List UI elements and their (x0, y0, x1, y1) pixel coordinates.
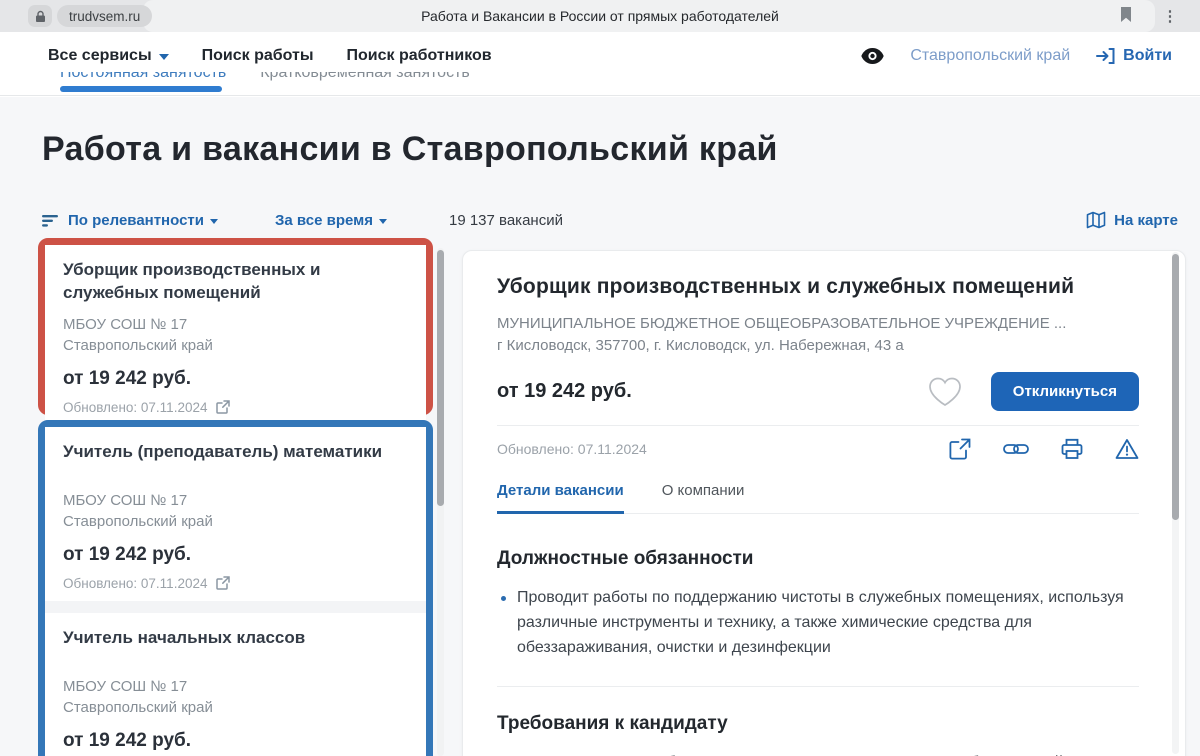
vacancy-count: 19 137 вакансий (449, 212, 563, 229)
section-heading: Требования к кандидату (497, 713, 1139, 735)
vacancy-detail-panel: Уборщик производственных и служебных пом… (462, 250, 1186, 756)
external-link-icon[interactable] (216, 576, 230, 590)
vacancy-company: МУНИЦИПАЛЬНОЕ БЮДЖЕТНОЕ ОБЩЕОБРАЗОВАТЕЛЬ… (497, 315, 1139, 332)
sort-dropdown[interactable]: По релевантности (42, 212, 218, 229)
job-card[interactable]: Учитель (преподаватель) математики МБОУ … (45, 427, 426, 601)
job-region: Ставропольский край (63, 513, 213, 530)
scrollbar-thumb[interactable] (437, 250, 444, 506)
job-title: Учитель (преподаватель) математики (63, 441, 408, 464)
on-map-label: На карте (1114, 212, 1178, 229)
job-updated-label: Обновлено: 07.11.2024 (63, 400, 207, 415)
browser-bar: trudvsem.ru Работа и Вакансии в России о… (0, 0, 1200, 32)
scrollbar-thumb[interactable] (1172, 254, 1179, 520)
chevron-down-icon (379, 219, 387, 224)
tab-about-company[interactable]: О компании (662, 482, 745, 513)
print-icon[interactable] (1061, 438, 1083, 460)
section-duties: Должностные обязанности Проводит работы … (497, 548, 1139, 660)
bookmark-icon[interactable] (1118, 6, 1138, 26)
filter-row: По релевантности За все время 19 137 вак… (42, 208, 1178, 232)
job-company: МБОУ СОШ № 17 Ставропольский край (63, 676, 408, 718)
login-button[interactable]: Войти (1096, 47, 1172, 65)
section-heading: Должностные обязанности (497, 548, 1139, 570)
job-company-name: МБОУ СОШ № 17 (63, 492, 187, 509)
nav-search-workers-label: Поиск работников (347, 47, 492, 65)
site-header: Все сервисы Поиск работы Поиск работнико… (0, 32, 1200, 96)
apply-button[interactable]: Откликнуться (991, 372, 1139, 411)
vacancy-title: Уборщик производственных и служебных пом… (497, 275, 1139, 299)
job-title: Уборщик производственных и служебных пом… (63, 259, 408, 305)
job-salary: от 19 242 руб. (63, 730, 408, 752)
copy-link-icon[interactable] (1003, 441, 1029, 457)
sort-icon (42, 215, 59, 227)
job-company-name: МБОУ СОШ № 17 (63, 316, 187, 333)
login-arrow-icon (1096, 47, 1115, 65)
salary-row: от 19 242 руб. Откликнуться (497, 372, 1139, 411)
login-label: Войти (1123, 47, 1172, 65)
chevron-down-icon (210, 219, 218, 224)
job-region: Ставропольский край (63, 337, 213, 354)
job-company-name: МБОУ СОШ № 17 (63, 678, 187, 695)
section-bullet: Проводит работы по поддержанию чистоты в… (497, 586, 1127, 660)
card-separator (45, 601, 426, 613)
nav-search-jobs-label: Поиск работы (202, 47, 314, 65)
favorite-heart-icon[interactable] (927, 376, 963, 408)
period-label: За все время (275, 212, 373, 229)
accessibility-eye-icon[interactable] (861, 48, 884, 64)
job-salary: от 19 242 руб. (63, 368, 408, 390)
divider (497, 686, 1139, 687)
map-icon (1086, 211, 1106, 229)
sort-label: По релевантности (68, 212, 204, 229)
job-company: МБОУ СОШ № 17 Ставропольский край (63, 490, 408, 532)
open-external-icon[interactable] (949, 438, 971, 460)
active-tab-underline (60, 86, 222, 92)
browser-menu-icon[interactable]: ⋮ (1160, 4, 1180, 28)
detail-tabs: Детали вакансии О компании (497, 472, 1139, 514)
job-updated: Обновлено: 07.11.2024 (63, 576, 408, 591)
job-salary: от 19 242 руб. (63, 544, 408, 566)
detail-panel-scrollbar[interactable] (1172, 252, 1179, 754)
tab-temporary-employment[interactable]: Кратковременная занятость (260, 72, 470, 92)
job-card[interactable]: Учитель начальных классов МБОУ СОШ № 17 … (45, 613, 426, 756)
updated-row: Обновлено: 07.11.2024 (497, 426, 1139, 472)
vacancy-salary: от 19 242 руб. (497, 380, 632, 403)
section-bullet: Наличие среднего образования, выполнение… (497, 751, 1127, 756)
job-region: Ставропольский край (63, 699, 213, 716)
nav-search-jobs[interactable]: Поиск работы (202, 47, 314, 65)
vacancy-address: г Кисловодск, 357700, г. Кисловодск, ул.… (497, 337, 1139, 354)
on-map-button[interactable]: На карте (1086, 211, 1178, 229)
job-updated-label: Обновлено: 07.11.2024 (63, 576, 207, 591)
external-link-icon[interactable] (216, 400, 230, 414)
nav-search-workers[interactable]: Поиск работников (347, 47, 492, 65)
period-dropdown[interactable]: За все время (275, 212, 387, 229)
report-warning-icon[interactable] (1115, 438, 1139, 460)
job-card[interactable]: Уборщик производственных и служебных пом… (45, 245, 426, 425)
annotation-box-blue: Учитель (преподаватель) математики МБОУ … (38, 420, 433, 756)
annotation-box-red: Уборщик производственных и служебных пом… (38, 238, 433, 415)
section-requirements: Требования к кандидату Наличие среднего … (497, 713, 1139, 756)
job-title: Учитель начальных классов (63, 627, 408, 650)
vacancy-updated: Обновлено: 07.11.2024 (497, 441, 647, 457)
job-company: МБОУ СОШ № 17 Ставропольский край (63, 314, 408, 356)
job-list-scrollbar[interactable] (437, 248, 444, 756)
job-updated: Обновлено: 07.11.2024 (63, 400, 408, 415)
chevron-down-icon (159, 54, 169, 60)
nav-all-services[interactable]: Все сервисы (48, 47, 169, 65)
tab-vacancy-details[interactable]: Детали вакансии (497, 482, 624, 514)
region-link[interactable]: Ставропольский край (910, 47, 1070, 65)
page-title: Работа и вакансии в Ставропольский край (42, 130, 778, 169)
browser-page-title: Работа и Вакансии в России от прямых раб… (0, 0, 1200, 32)
nav-all-services-label: Все сервисы (48, 47, 152, 65)
